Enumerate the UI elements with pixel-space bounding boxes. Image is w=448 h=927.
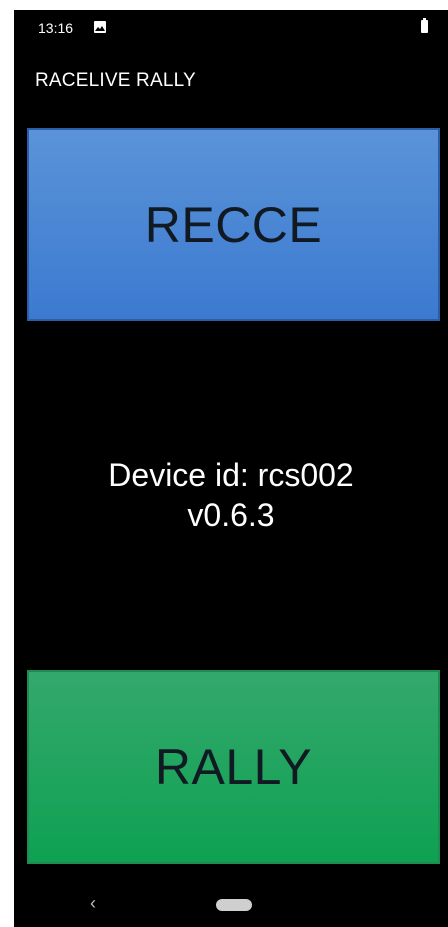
rally-button-label: RALLY xyxy=(154,739,313,795)
recce-button[interactable]: RECCE xyxy=(27,128,440,321)
battery-icon xyxy=(421,18,428,33)
status-bar: 13:16 xyxy=(14,10,448,50)
status-time: 13:16 xyxy=(38,20,74,36)
app-title: RACELIVE RALLY xyxy=(35,70,196,91)
recce-button-label: RECCE xyxy=(144,196,323,253)
navigation-bar: ‹ xyxy=(14,878,448,927)
device-info: Device id: rcs002 v0.6.3 xyxy=(14,455,448,535)
version-text: v0.6.3 xyxy=(187,497,275,533)
back-icon[interactable]: ‹ xyxy=(90,893,96,914)
image-notification-icon xyxy=(94,21,106,33)
rally-button[interactable]: RALLY xyxy=(27,670,440,864)
phone-screen: 13:16 RACELIVE RALLY RECCE Device id: rc… xyxy=(14,10,448,927)
device-id-text: Device id: rcs002 xyxy=(108,457,354,493)
home-pill-icon[interactable] xyxy=(216,899,252,911)
